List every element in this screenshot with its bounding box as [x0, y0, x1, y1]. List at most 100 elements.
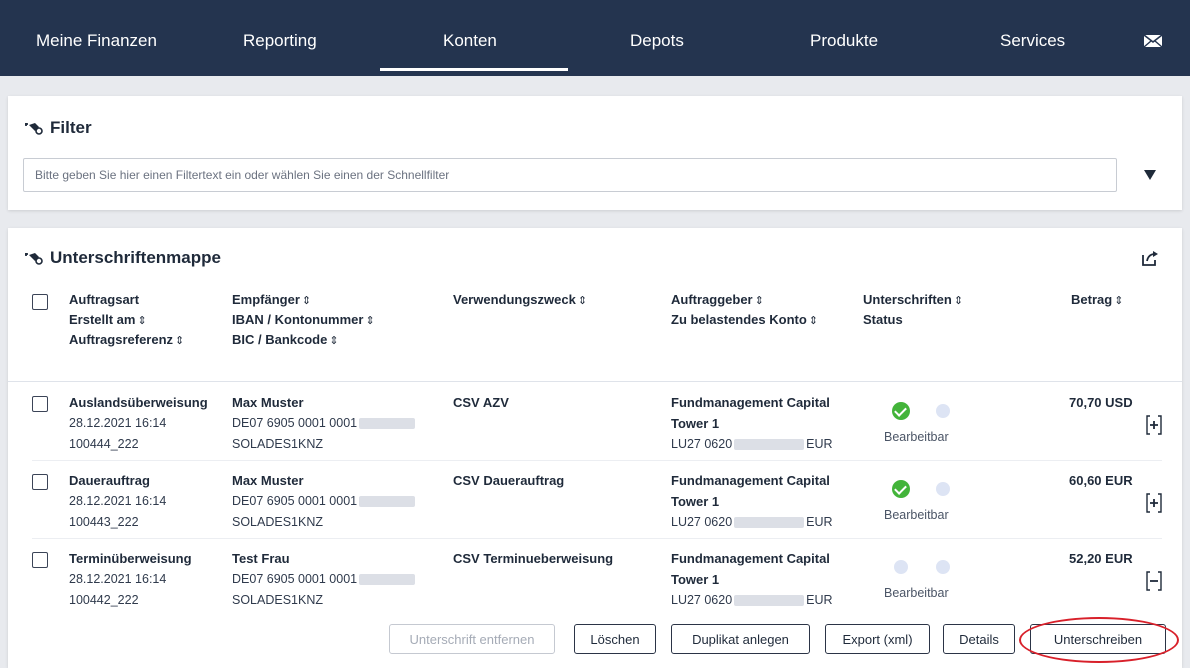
row-checkbox[interactable] — [32, 396, 48, 412]
active-tab-indicator — [380, 68, 568, 71]
header-verwendungszweck[interactable]: Verwendungszweck ⇕ — [453, 290, 587, 311]
details-button[interactable]: Details — [943, 624, 1015, 654]
amount: 60,60 EUR — [1069, 473, 1133, 488]
status-text: Bearbeitbar — [884, 586, 949, 600]
payer-line-2: Tower 1 — [671, 494, 720, 509]
header-bic[interactable]: BIC / Bankcode ⇕ — [232, 330, 339, 351]
signature-done-icon — [892, 402, 910, 420]
nav-item-produkte[interactable]: Produkte — [810, 30, 878, 54]
signature-pending-icon — [936, 560, 950, 574]
created-date: 28.12.2021 16:14 — [69, 494, 167, 508]
highlight-annotation — [1019, 617, 1179, 663]
iban: DE07 6905 0001 0001 — [232, 491, 417, 512]
redacted-block — [734, 517, 805, 529]
redacted-block — [359, 418, 416, 430]
select-all-checkbox[interactable] — [32, 294, 48, 310]
list-title: Unterschriftenmappe — [24, 248, 221, 268]
order-reference: 100442_222 — [69, 593, 139, 607]
nav-item-services[interactable]: Services — [1000, 30, 1065, 54]
row-divider — [32, 538, 1162, 539]
header-betrag[interactable]: Betrag ⇕ — [1071, 290, 1123, 311]
created-date: 28.12.2021 16:14 — [69, 416, 167, 430]
purpose: CSV Terminueberweisung — [453, 551, 614, 566]
header-status: Status — [863, 312, 903, 327]
delete-button[interactable]: Löschen — [574, 624, 656, 654]
redacted-block — [734, 439, 805, 451]
caret-down-icon[interactable] — [1144, 170, 1156, 180]
header-auftragsreferenz[interactable]: Auftragsreferenz ⇕ — [69, 330, 184, 351]
debit-account: LU27 0620 EUR — [671, 593, 833, 607]
expand-plus-icon[interactable] — [1146, 415, 1162, 435]
payer-line-2: Tower 1 — [671, 416, 720, 431]
payer-line-2: Tower 1 — [671, 572, 720, 587]
order-type: Auslandsüberweisung — [69, 395, 208, 410]
iban: DE07 6905 0001 0001 — [232, 569, 417, 590]
header-unterschriften[interactable]: Unterschriften ⇕ — [863, 290, 963, 311]
remove-signature-button[interactable]: Unterschrift entfernen — [389, 624, 555, 654]
header-iban[interactable]: IBAN / Kontonummer ⇕ — [232, 310, 375, 331]
signature-pending-icon — [936, 482, 950, 496]
filter-input[interactable] — [23, 158, 1117, 192]
sort-icon: ⇕ — [137, 315, 147, 327]
sort-icon: ⇕ — [577, 295, 588, 307]
expand-plus-icon[interactable] — [1146, 493, 1162, 513]
debit-account: LU27 0620 EUR — [671, 515, 833, 529]
purpose: CSV Dauerauftrag — [453, 473, 565, 488]
order-reference: 100443_222 — [69, 515, 139, 529]
header-erstellt-am[interactable]: Erstellt am ⇕ — [69, 310, 147, 331]
collapse-minus-icon[interactable] — [1146, 571, 1162, 591]
filter-card: Filter — [8, 96, 1182, 210]
bic: SOLADES1KNZ — [232, 437, 324, 451]
signature-folder-card: Unterschriftenmappe Auftragsart Erstellt… — [8, 228, 1182, 668]
list-title-label: Unterschriftenmappe — [50, 248, 221, 267]
filter-handshake-icon — [25, 123, 43, 135]
redacted-block — [734, 595, 805, 607]
duplicate-button[interactable]: Duplikat anlegen — [671, 624, 810, 654]
recipient: Max Muster — [232, 395, 304, 410]
row-checkbox[interactable] — [32, 474, 48, 490]
payer-line-1: Fundmanagement Capital — [671, 473, 830, 488]
iban: DE07 6905 0001 0001 — [232, 413, 417, 434]
nav-item-reporting[interactable]: Reporting — [243, 30, 317, 54]
nav-item-depots[interactable]: Depots — [630, 30, 684, 54]
sort-icon: ⇕ — [365, 315, 375, 327]
row-checkbox[interactable] — [32, 552, 48, 568]
row-divider — [32, 460, 1162, 461]
signature-handshake-icon — [25, 253, 43, 265]
signature-pending-icon — [894, 560, 908, 574]
created-date: 28.12.2021 16:14 — [69, 572, 167, 586]
header-auftraggeber[interactable]: Auftraggeber ⇕ — [671, 290, 764, 311]
payer-line-1: Fundmanagement Capital — [671, 395, 830, 410]
top-navigation: Meine Finanzen Reporting Konten Depots P… — [0, 0, 1190, 76]
nav-item-konten[interactable]: Konten — [443, 30, 497, 54]
amount: 52,20 EUR — [1069, 551, 1133, 566]
sort-icon: ⇕ — [754, 295, 764, 307]
sort-icon: ⇕ — [175, 335, 185, 347]
nav-item-meine-finanzen[interactable]: Meine Finanzen — [36, 30, 157, 54]
header-zu-belastendes-konto[interactable]: Zu belastendes Konto ⇕ — [671, 310, 818, 331]
sort-icon: ⇕ — [329, 335, 339, 347]
status-text: Bearbeitbar — [884, 508, 949, 522]
redacted-block — [359, 574, 416, 586]
amount: 70,70 USD — [1069, 395, 1133, 410]
sort-icon: ⇕ — [808, 315, 819, 327]
share-export-icon[interactable] — [1141, 250, 1159, 266]
status-text: Bearbeitbar — [884, 430, 949, 444]
header-empfaenger[interactable]: Empfänger ⇕ — [232, 290, 311, 311]
order-reference: 100444_222 — [69, 437, 139, 451]
signature-done-icon — [892, 480, 910, 498]
filter-title-label: Filter — [50, 118, 92, 137]
payer-line-1: Fundmanagement Capital — [671, 551, 830, 566]
recipient: Test Frau — [232, 551, 290, 566]
filter-title: Filter — [24, 118, 92, 138]
signature-pending-icon — [936, 404, 950, 418]
mail-icon[interactable] — [1143, 33, 1163, 49]
bic: SOLADES1KNZ — [232, 593, 324, 607]
bic: SOLADES1KNZ — [232, 515, 324, 529]
header-auftragsart: Auftragsart — [69, 292, 140, 307]
export-xml-button[interactable]: Export (xml) — [825, 624, 930, 654]
purpose: CSV AZV — [453, 395, 509, 410]
sort-icon: ⇕ — [953, 295, 964, 307]
debit-account: LU27 0620 EUR — [671, 437, 833, 451]
sort-icon: ⇕ — [1114, 295, 1124, 307]
